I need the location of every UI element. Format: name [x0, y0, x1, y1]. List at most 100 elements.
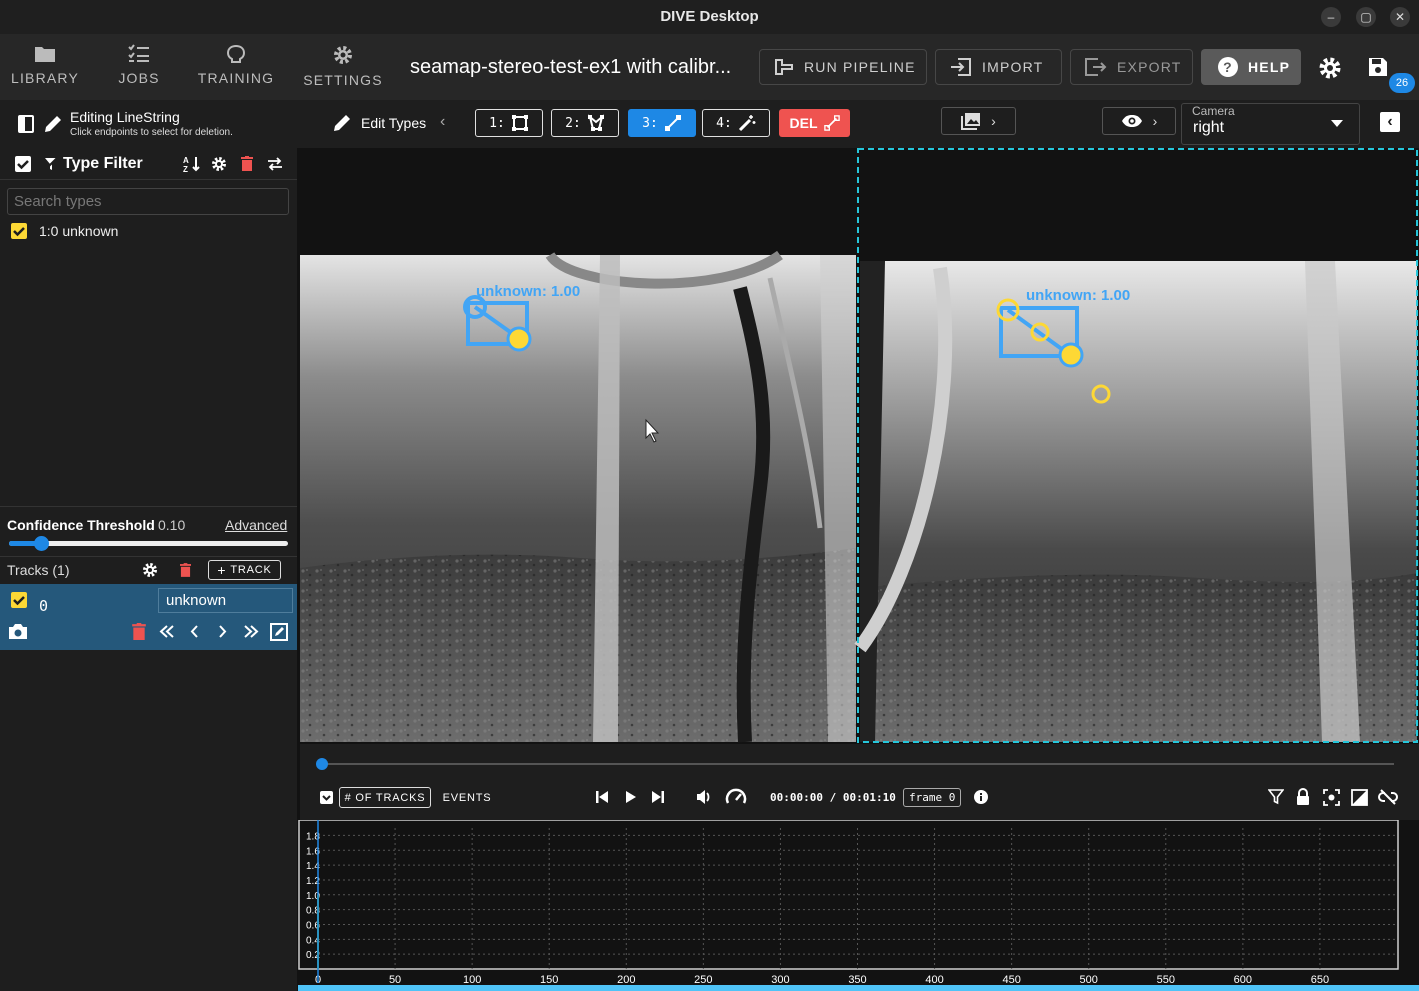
chevron-left-icon[interactable]: ‹	[440, 113, 445, 131]
run-pipeline-button[interactable]: RUN PIPELINE	[759, 49, 927, 85]
skip-previous-icon[interactable]	[595, 790, 609, 804]
close-window-button[interactable]: ✕	[1390, 7, 1410, 27]
link-off-icon[interactable]	[1378, 789, 1398, 805]
search-types-input[interactable]: Search types	[7, 188, 289, 215]
gear-icon[interactable]	[1318, 56, 1342, 80]
trash-icon[interactable]	[132, 623, 146, 640]
training-button[interactable]: TRAINING	[191, 44, 281, 94]
trash-icon[interactable]	[180, 563, 191, 577]
svg-text:Z: Z	[183, 165, 188, 173]
image-icon	[961, 113, 981, 130]
import-button[interactable]: IMPORT	[935, 49, 1062, 85]
save-icon[interactable]	[1367, 56, 1389, 78]
mode-2-label: 2:	[565, 115, 581, 131]
confidence-slider-track[interactable]	[9, 541, 288, 546]
camera-select-value: right	[1193, 119, 1225, 136]
mode-rectangle-button[interactable]: 1:	[475, 109, 543, 137]
stereo-viewer[interactable]: unknown: 1.00 unknown: 1.00	[300, 148, 1419, 744]
lock-icon[interactable]	[1296, 788, 1310, 806]
filter-icon[interactable]	[1268, 789, 1284, 805]
skip-next-icon[interactable]	[651, 790, 665, 804]
delete-button[interactable]: DEL	[779, 109, 850, 137]
collapse-panel-button[interactable]: ‹	[1380, 112, 1400, 132]
tracks-count-label: Tracks (1)	[7, 562, 70, 578]
camera-frames	[300, 148, 1418, 743]
sort-icon[interactable]: AZ	[183, 155, 201, 173]
tracks-chart[interactable]: 0501001502002503003504004505005506006500…	[298, 819, 1419, 991]
mode-magic-button[interactable]: 4:	[702, 109, 770, 137]
jobs-button[interactable]: JOBS	[94, 44, 184, 94]
pencil-icon	[45, 116, 61, 132]
check-icon	[17, 160, 29, 170]
camera-icon[interactable]	[8, 623, 28, 640]
title-bar: DIVE Desktop – ▢ ✕	[0, 0, 1419, 34]
jobs-label: JOBS	[118, 70, 160, 86]
line-endpoint-handle[interactable]	[1058, 342, 1084, 368]
track-type-input[interactable]: unknown	[158, 588, 293, 613]
add-track-button[interactable]: + TRACK	[208, 560, 281, 580]
sidebar-divider	[0, 556, 297, 557]
contrast-icon[interactable]	[1351, 789, 1368, 806]
speed-icon[interactable]	[725, 788, 747, 806]
delete-label: DEL	[789, 115, 818, 131]
tracks-count-chip[interactable]: # OF TRACKS	[339, 787, 431, 808]
editing-title: Editing LineString	[70, 109, 180, 125]
chevron-left-icon[interactable]	[190, 625, 199, 638]
maximize-button[interactable]: ▢	[1356, 7, 1376, 27]
run-pipeline-label: RUN PIPELINE	[804, 59, 916, 75]
edit-box-icon[interactable]	[270, 623, 288, 641]
chevron-right-icon: ›	[1152, 113, 1158, 129]
track-checkbox[interactable]	[11, 592, 27, 608]
seek-track[interactable]	[322, 763, 1394, 765]
line-endpoint-handle[interactable]	[506, 326, 532, 352]
frame-indicator[interactable]: frame 0	[903, 788, 962, 807]
mode-line-button[interactable]: 3:	[628, 109, 696, 137]
chevron-right-icon[interactable]	[218, 625, 227, 638]
focus-icon[interactable]	[1323, 789, 1340, 806]
confidence-value: 0.10	[158, 517, 186, 533]
play-icon[interactable]	[625, 790, 637, 804]
minimize-button[interactable]: –	[1321, 7, 1341, 27]
help-button[interactable]: ? HELP	[1201, 49, 1301, 85]
settings-nav-button[interactable]: SETTINGS	[298, 44, 388, 94]
track-row[interactable]: 0 unknown	[0, 584, 297, 650]
help-circle-icon: ?	[1218, 57, 1238, 77]
gear-icon[interactable]	[142, 562, 158, 578]
save-count-badge: 26	[1389, 73, 1415, 93]
edit-types-label: Edit Types	[361, 115, 427, 131]
double-chevron-right-icon[interactable]	[243, 625, 259, 638]
polygon-icon	[587, 114, 604, 131]
camera-select[interactable]: Camera right	[1181, 103, 1360, 145]
double-chevron-left-icon[interactable]	[159, 625, 175, 638]
settings-label: SETTINGS	[303, 72, 383, 88]
mode-4-label: 4:	[716, 115, 732, 131]
import-label: IMPORT	[982, 59, 1044, 75]
line-icon	[823, 115, 840, 131]
info-icon[interactable]	[974, 790, 988, 804]
mode-polygon-button[interactable]: 2:	[551, 109, 619, 137]
training-label: TRAINING	[197, 70, 275, 86]
seek-thumb[interactable]	[316, 758, 328, 770]
gear-icon[interactable]	[211, 156, 227, 172]
export-icon	[1085, 58, 1107, 76]
add-track-label: TRACK	[230, 564, 272, 576]
trash-icon[interactable]	[241, 156, 253, 171]
timecode: 00:00:00 / 00:01:10	[770, 791, 896, 804]
image-enhance-button[interactable]: ›	[941, 107, 1016, 135]
timeline-scroll-bar[interactable]	[298, 985, 1419, 991]
events-chip[interactable]: EVENTS	[438, 787, 496, 808]
sidebar-toggle-icon[interactable]	[18, 115, 34, 133]
volume-icon[interactable]	[696, 789, 712, 805]
type-filter-checkbox[interactable]	[15, 156, 31, 172]
advanced-link[interactable]: Advanced	[225, 517, 287, 533]
dataset-title: seamap-stereo-test-ex1 with calibr...	[410, 56, 732, 78]
visibility-button[interactable]: ›	[1102, 107, 1176, 135]
confidence-slider-thumb[interactable]	[34, 536, 49, 551]
type-filter-item[interactable]: 1:0 unknown	[0, 221, 297, 241]
timeline-collapse-checkbox[interactable]	[320, 791, 333, 804]
help-label: HELP	[1248, 59, 1291, 75]
swap-icon[interactable]	[267, 157, 283, 171]
type-item-checkbox[interactable]	[11, 223, 27, 239]
library-button[interactable]: LIBRARY	[0, 44, 90, 94]
export-button[interactable]: EXPORT	[1070, 49, 1193, 85]
